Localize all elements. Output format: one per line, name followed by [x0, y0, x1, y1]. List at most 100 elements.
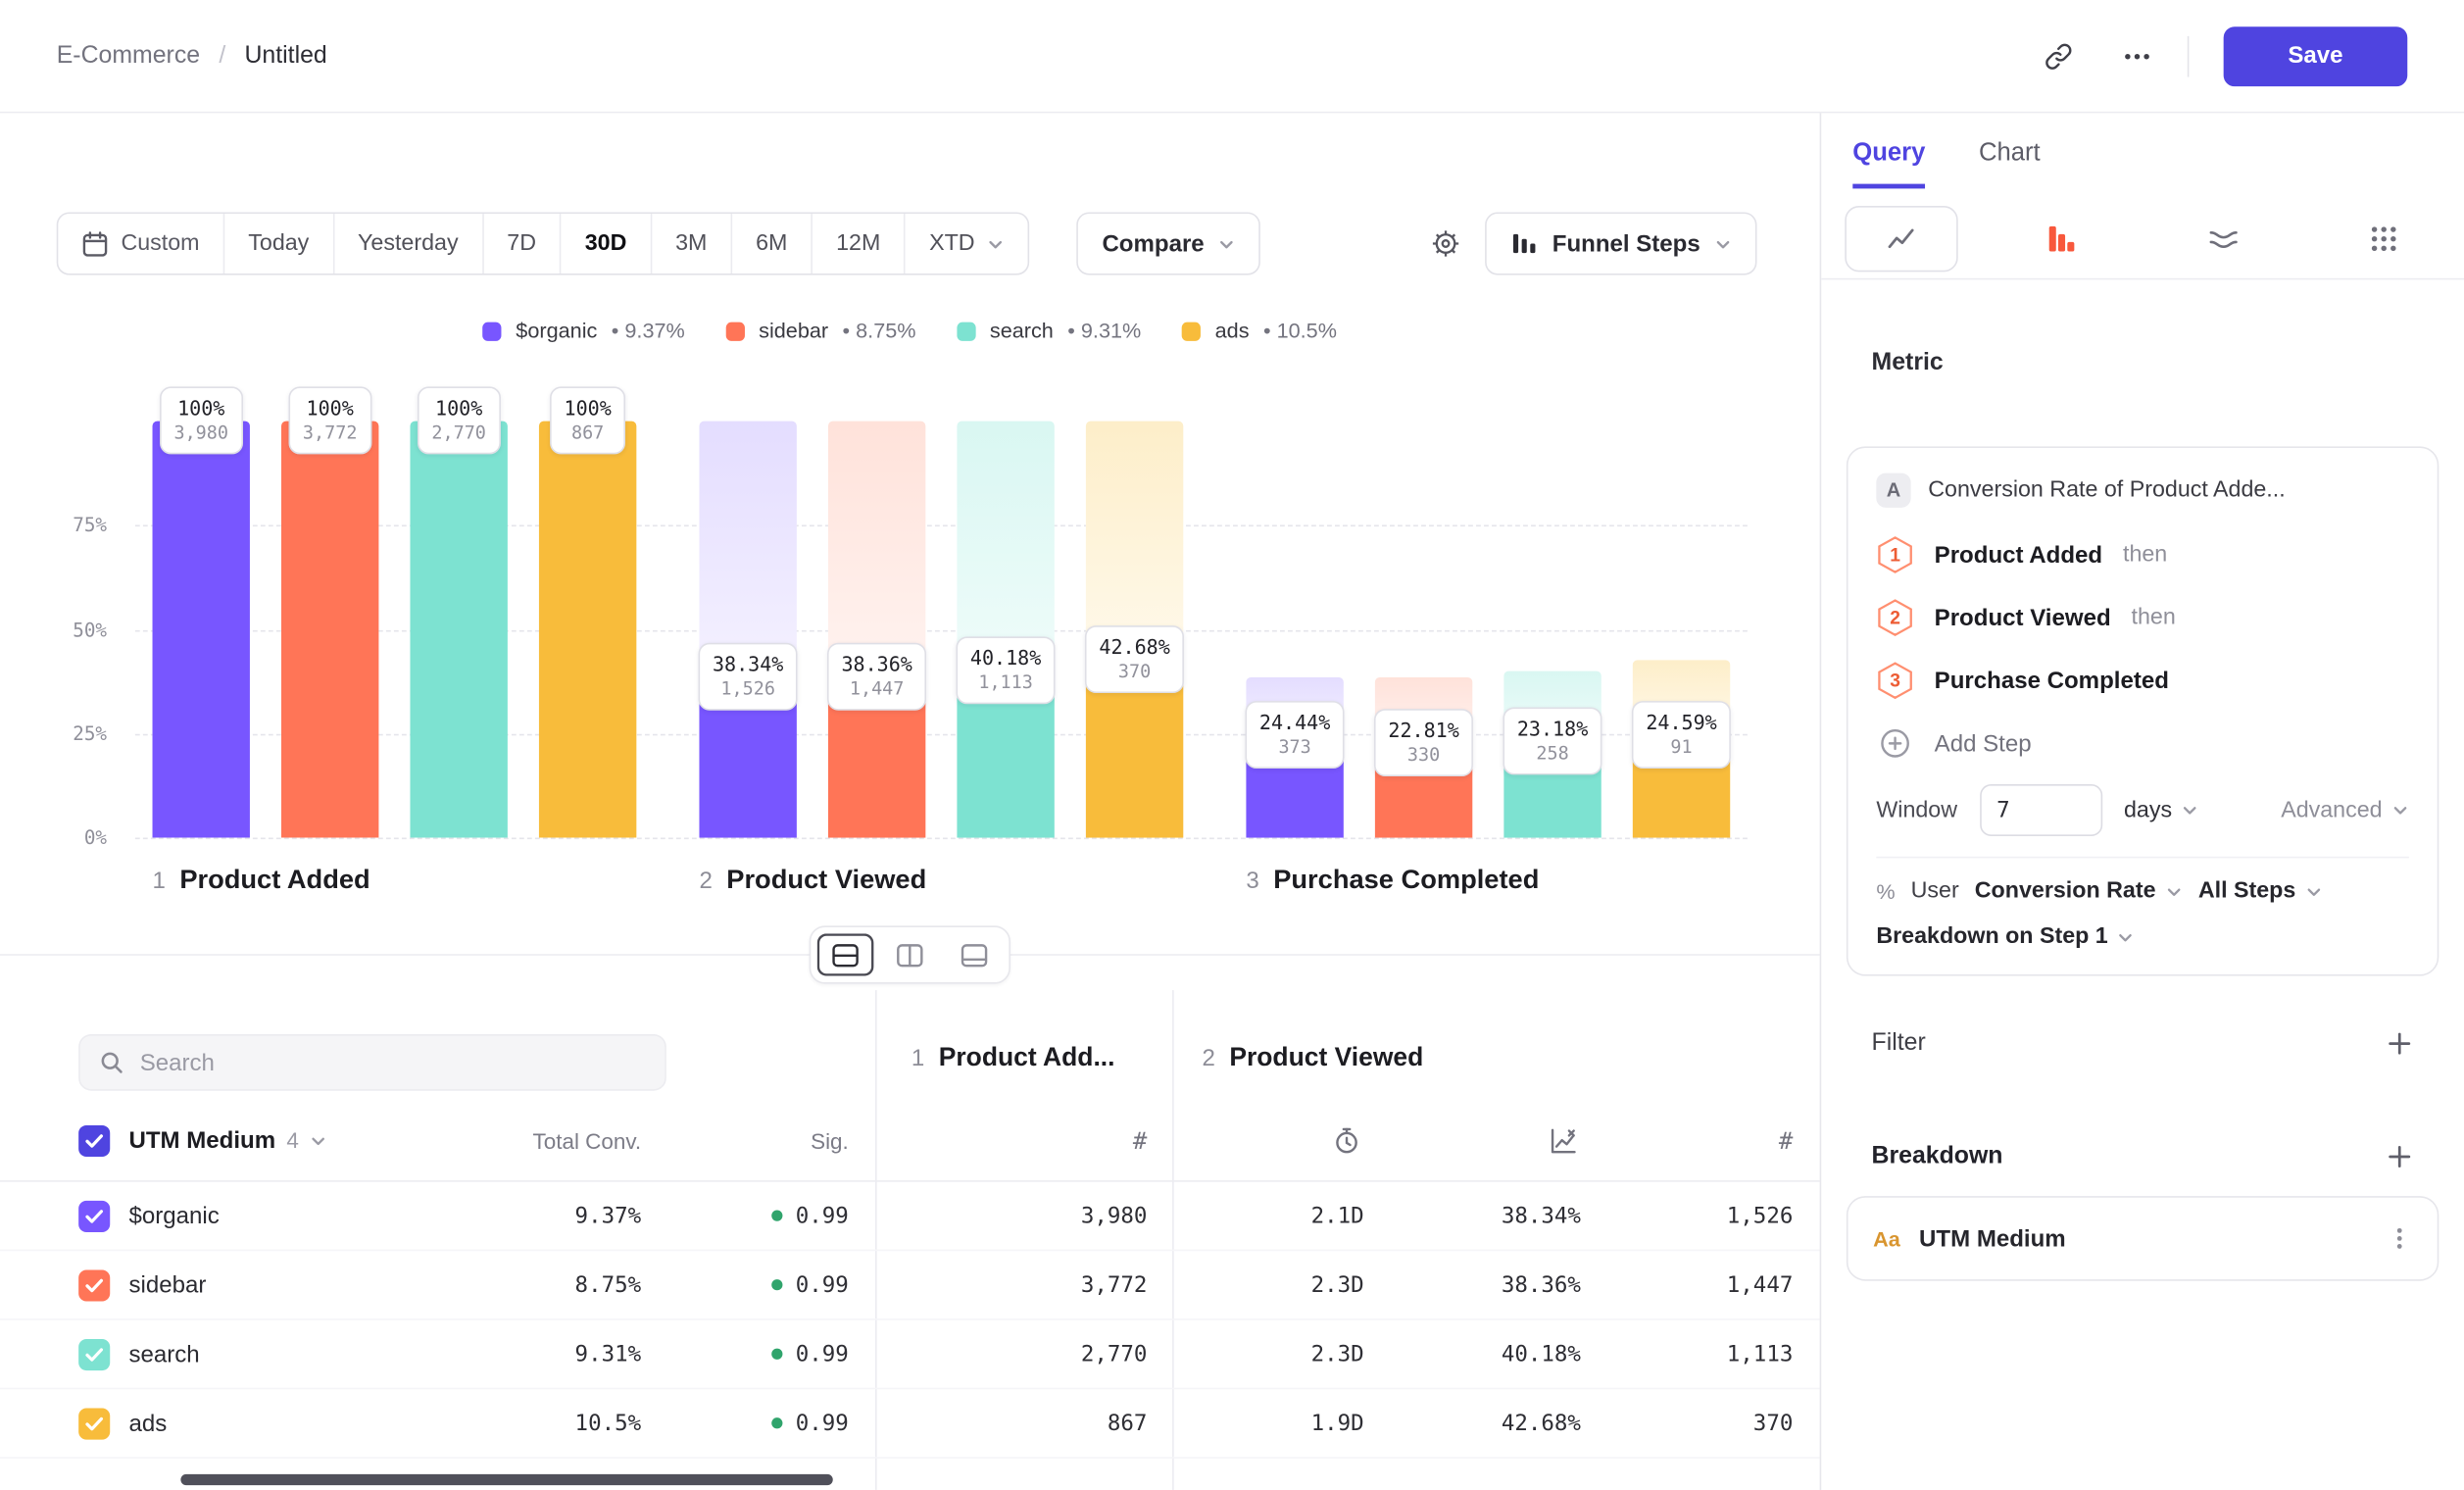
viz-tab-box — [1845, 205, 1957, 271]
metric-title-row: A Conversion Rate of Product Adde... — [1876, 473, 2409, 508]
share-link-button[interactable] — [2043, 40, 2074, 72]
breakdown-on-label: Breakdown on Step 1 — [1876, 924, 2107, 950]
layout-bottom-panel-button[interactable] — [946, 933, 1003, 975]
table-header: UTM Medium 4 Total Conv. Sig. # # — [0, 1100, 1820, 1181]
step2-time: 2.1D — [1311, 1203, 1364, 1228]
conversion-chart-column-icon[interactable] — [1550, 1126, 1578, 1155]
funnel-bar[interactable] — [539, 422, 636, 838]
funnel-bar-label: 100%3,980 — [160, 386, 242, 454]
sig-header[interactable]: Sig. — [811, 1127, 849, 1153]
bottom-panel-icon — [961, 942, 989, 968]
panel-tabs: Query Chart — [1821, 113, 2464, 188]
layout-split-vertical-button[interactable] — [881, 933, 938, 975]
row-name: $organic — [128, 1203, 219, 1229]
table-row[interactable]: ads10.5%0.998671.9D42.68%370 — [0, 1389, 1820, 1459]
count-column-icon[interactable]: # — [1133, 1126, 1147, 1155]
kebab-icon — [2387, 1226, 2412, 1252]
horizontal-scrollbar[interactable] — [180, 1474, 832, 1485]
funnel-bar-dropoff — [828, 422, 925, 678]
count-column-icon[interactable]: # — [1779, 1126, 1793, 1155]
breakdown-item[interactable]: Aa UTM Medium — [1847, 1196, 2439, 1281]
viz-tab-funnel-steps[interactable] — [1982, 198, 2143, 278]
row-checkbox[interactable] — [78, 1338, 110, 1369]
funnel-bar[interactable] — [153, 422, 250, 838]
step2-time: 2.3D — [1311, 1272, 1364, 1298]
window-unit-select[interactable]: days — [2124, 798, 2198, 823]
bar-label-count: 330 — [1388, 743, 1458, 767]
breakdown-on-row: Breakdown on Step 1 — [1876, 924, 2409, 950]
breadcrumb-project[interactable]: E-Commerce — [57, 41, 200, 70]
advanced-label: Advanced — [2281, 798, 2382, 823]
chevron-down-icon — [2117, 928, 2135, 946]
step-name: Product Added — [1935, 541, 2102, 568]
advanced-button[interactable]: Advanced — [2281, 798, 2409, 823]
funnel-bar-label: 22.81%330 — [1374, 708, 1473, 775]
save-button[interactable]: Save — [2224, 25, 2408, 85]
breakdown-on-select[interactable]: Breakdown on Step 1 — [1876, 924, 2135, 950]
line-chart-icon — [1886, 223, 1917, 254]
breadcrumb-page[interactable]: Untitled — [244, 41, 326, 70]
filter-section: Filter — [1847, 1029, 2439, 1058]
viz-tab-metrics-grid[interactable] — [2303, 198, 2464, 278]
funnel-step-item-1[interactable]: 1 Product Added then — [1876, 523, 2409, 586]
add-breakdown-button[interactable] — [2386, 1143, 2414, 1171]
plus-icon — [2386, 1143, 2414, 1171]
row-checkbox[interactable] — [78, 1269, 110, 1301]
plus-icon — [2386, 1029, 2414, 1058]
breakdown-item-name: UTM Medium — [1919, 1225, 2368, 1252]
funnel-bar[interactable] — [410, 422, 507, 838]
topbar-actions: Save — [2043, 25, 2407, 85]
table-row[interactable]: sidebar8.75%0.993,7722.3D38.36%1,447 — [0, 1251, 1820, 1320]
funnel-bar-label: 38.36%1,447 — [827, 643, 926, 711]
bar-label-percent: 100% — [303, 396, 358, 422]
steps-scope-select[interactable]: All Steps — [2198, 878, 2323, 904]
layout-split-horizontal-button[interactable] — [817, 933, 874, 975]
search-input[interactable] — [140, 1049, 646, 1075]
bar-label-percent: 23.18% — [1517, 716, 1588, 741]
measure-select[interactable]: Conversion Rate — [1975, 878, 2183, 904]
check-icon — [85, 1132, 104, 1148]
add-step-button[interactable]: Add Step — [1876, 712, 2409, 774]
more-menu-button[interactable] — [2121, 40, 2152, 72]
metric-section-title: Metric — [1872, 349, 2414, 377]
step-suffix: then — [2132, 605, 2176, 630]
sig-value: 0.99 — [796, 1411, 849, 1436]
funnel-bars-icon — [2046, 223, 2078, 254]
table-row[interactable]: search9.31%0.992,7702.3D40.18%1,113 — [0, 1320, 1820, 1390]
funnel-step-label: 2Product Viewed — [699, 865, 926, 896]
step1-count: 867 — [1108, 1411, 1148, 1436]
sig-dot — [772, 1279, 783, 1290]
funnel-step-label: 3Purchase Completed — [1246, 865, 1539, 896]
topbar-divider — [2188, 35, 2190, 76]
tab-chart[interactable]: Chart — [1979, 140, 2041, 189]
step2-count: 1,447 — [1727, 1272, 1794, 1298]
topbar: E-Commerce / Untitled Save — [0, 0, 2464, 113]
flow-icon — [2207, 223, 2239, 254]
header-checkbox[interactable] — [78, 1124, 110, 1156]
metric-title[interactable]: Conversion Rate of Product Adde... — [1928, 477, 2285, 503]
filter-title: Filter — [1872, 1029, 1926, 1058]
funnel-step-item-2[interactable]: 2 Product Viewed then — [1876, 586, 2409, 649]
add-filter-button[interactable] — [2386, 1029, 2414, 1058]
measure-entity[interactable]: User — [1911, 878, 1959, 904]
tab-query[interactable]: Query — [1852, 140, 1925, 189]
breakdown-item-menu[interactable] — [2387, 1226, 2412, 1252]
y-axis-tick: 25% — [31, 722, 107, 744]
viz-tab-flow[interactable] — [2143, 198, 2303, 278]
funnel-step-item-3[interactable]: 3 Purchase Completed — [1876, 649, 2409, 712]
total-conv-header[interactable]: Total Conv. — [533, 1127, 642, 1153]
link-icon — [2043, 40, 2074, 72]
row-checkbox[interactable] — [78, 1200, 110, 1231]
sig-dot — [772, 1349, 783, 1360]
funnel-bar[interactable] — [281, 422, 378, 838]
row-checkbox[interactable] — [78, 1408, 110, 1439]
gridline — [135, 838, 1748, 840]
search-box[interactable] — [78, 1034, 666, 1091]
check-icon — [85, 1277, 104, 1293]
time-to-convert-column-icon[interactable] — [1333, 1126, 1361, 1155]
breakdown-column-header[interactable]: UTM Medium 4 — [128, 1127, 326, 1154]
table-row[interactable]: $organic9.37%0.993,9802.1D38.34%1,526 — [0, 1182, 1820, 1252]
viz-tab-trends[interactable] — [1821, 198, 1982, 278]
window-value-input[interactable] — [1979, 784, 2101, 836]
metric-card: A Conversion Rate of Product Adde... 1 P… — [1847, 446, 2439, 975]
